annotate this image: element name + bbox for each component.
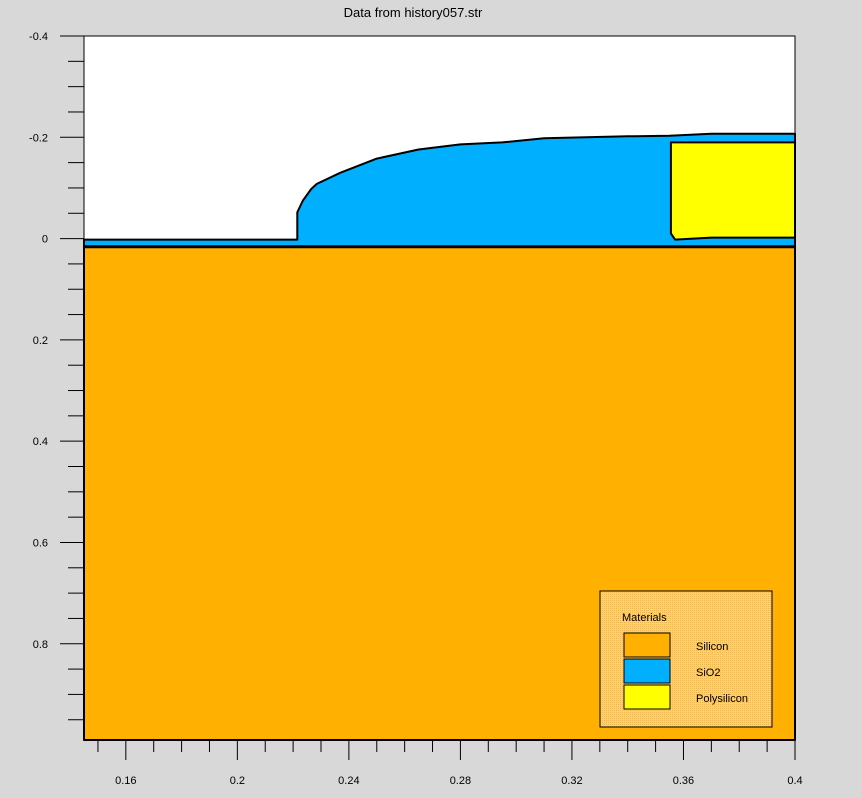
y-tick-label: 0.4 (33, 436, 48, 448)
x-tick-label: 0.2 (230, 775, 245, 787)
region-polysilicon (669, 141, 796, 241)
legend-label-polysilicon: Polysilicon (696, 693, 748, 705)
material-cross-section-chart: Data from history057.str -0.4 -0.2 0 0.2 0.4… (29, 5, 803, 787)
legend: Materials Silicon SiO2 Polysilicon (599, 590, 773, 728)
plot-window: Data from history057.str -0.4 -0.2 0 0.2 0.4… (0, 0, 862, 798)
x-axis: 0.16 0.2 0.24 0.28 0.32 0.36 0.4 (97, 740, 803, 787)
x-tick-label: 0.28 (450, 775, 471, 787)
x-tick-label: 0.16 (115, 775, 136, 787)
x-tick-label: 0.4 (787, 775, 802, 787)
x-tick-label: 0.24 (338, 775, 359, 787)
x-tick-label: 0.36 (673, 775, 694, 787)
y-tick-label: 0.6 (33, 537, 48, 549)
y-tick-label: 0 (42, 234, 48, 246)
y-tick-label: 0.2 (33, 335, 48, 347)
chart-title: Data from history057.str (344, 5, 483, 20)
y-tick-label: -0.4 (29, 31, 48, 43)
y-tick-label: 0.8 (33, 639, 48, 651)
legend-swatch-silicon (623, 632, 671, 658)
legend-swatch-sio2 (623, 658, 671, 684)
legend-title: Materials (622, 612, 667, 624)
legend-swatch-polysilicon (623, 684, 671, 710)
legend-label-sio2: SiO2 (696, 667, 720, 679)
legend-label-silicon: Silicon (696, 641, 728, 653)
y-axis: -0.4 -0.2 0 0.2 0.4 0.6 0.8 (29, 31, 84, 721)
x-tick-label: 0.32 (561, 775, 582, 787)
y-tick-label: -0.2 (29, 132, 48, 144)
